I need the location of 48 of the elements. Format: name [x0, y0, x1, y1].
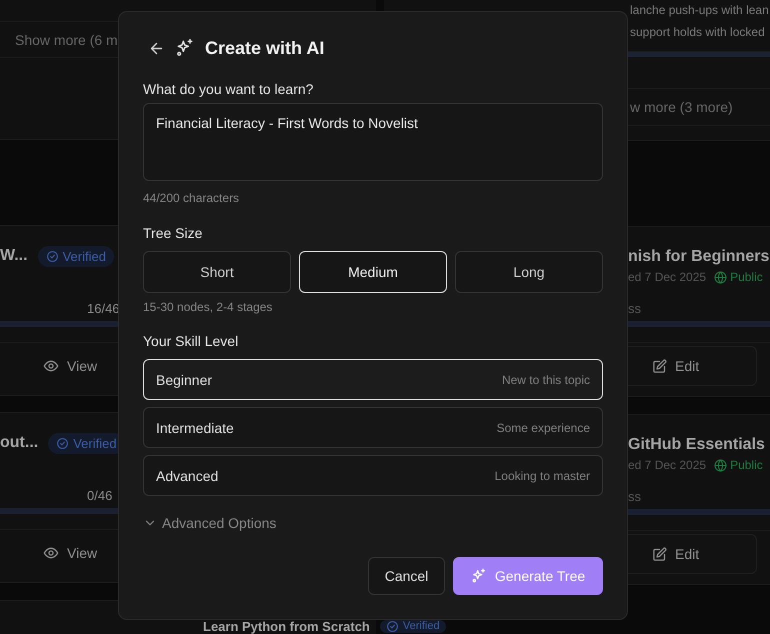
section-label: Your Skill Level	[143, 332, 240, 350]
size-hint: 15-30 nodes, 2-4 stages	[143, 299, 274, 316]
dialog-title: Create with AI	[205, 38, 324, 58]
task-text: support holds with locked	[630, 25, 765, 39]
date-text: ed 7 Dec 2025	[628, 458, 706, 472]
eye-icon	[43, 358, 59, 374]
pencil-icon	[652, 358, 667, 374]
task-text: lanche push-ups with lean	[630, 3, 769, 17]
verified-badge: Verified	[380, 620, 446, 633]
advanced-options-toggle[interactable]: Advanced Options	[143, 513, 276, 533]
eye-icon	[43, 545, 59, 561]
skill-option[interactable]: Intermediate Some experience	[143, 407, 603, 448]
globe-icon	[714, 458, 728, 472]
skill-name: Beginner	[156, 372, 212, 388]
skill-description: New to this topic	[502, 372, 590, 386]
progress-count: 0/46	[87, 487, 112, 505]
sparkles-icon	[470, 568, 487, 584]
skill-option[interactable]: Beginner New to this topic	[143, 359, 603, 400]
cancel-button[interactable]: Cancel	[368, 557, 445, 595]
input-field[interactable]: Financial Literacy - First Words to Novelist	[143, 103, 603, 181]
verified-badge: Verified	[38, 246, 114, 266]
skill-description: Looking to master	[494, 468, 590, 482]
section-label: Tree Size	[143, 224, 204, 242]
card-title: out...	[0, 433, 38, 453]
field-label: What do you want to learn?	[143, 80, 314, 98]
skill-name: Advanced	[156, 468, 218, 484]
card-title: Learn Python from Scratch	[203, 620, 370, 633]
visibility-label: Public	[714, 458, 763, 472]
progress-count: 16/46	[87, 300, 120, 318]
progress-label: ss	[628, 488, 641, 506]
view-button[interactable]: View	[43, 541, 98, 565]
skill-option[interactable]: Advanced Looking to master	[143, 455, 603, 496]
card-title: W...	[0, 246, 28, 266]
date-text: ed 7 Dec 2025	[628, 270, 706, 284]
size-option[interactable]: Short	[143, 251, 291, 293]
globe-icon	[714, 270, 728, 284]
character-counter: 44/200 characters	[143, 190, 240, 207]
size-option[interactable]: Long	[455, 251, 603, 293]
skill-name: Intermediate	[156, 420, 234, 436]
card-title: nish for Beginners	[628, 247, 770, 267]
pencil-icon	[652, 546, 667, 562]
progress-label: ss	[628, 300, 641, 318]
size-option[interactable]: Medium	[299, 251, 447, 293]
skill-description: Some experience	[496, 420, 590, 434]
card-title: GitHub Essentials	[628, 435, 765, 455]
view-button[interactable]: View	[43, 354, 98, 378]
visibility-label: Public	[714, 270, 763, 284]
sparkles-icon	[175, 38, 195, 58]
